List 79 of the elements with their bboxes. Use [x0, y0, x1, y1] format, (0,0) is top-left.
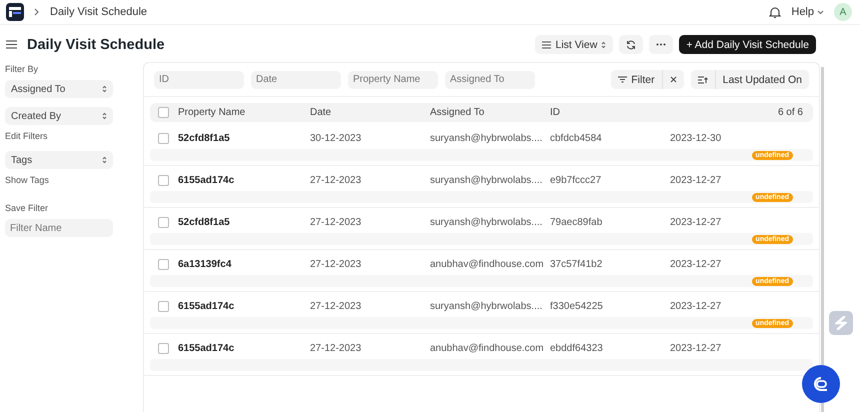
chevron-down-icon [817, 10, 824, 14]
list-icon [542, 40, 552, 48]
menu-icon[interactable] [6, 40, 17, 49]
page-title: Daily Visit Schedule [27, 36, 165, 52]
id-cell-text: e9b7fccc27 [550, 174, 602, 186]
list-view-select[interactable]: List View [535, 35, 614, 54]
show-tags-link[interactable]: Show Tags [5, 175, 135, 185]
id-cell-text: ebddf64323 [550, 342, 604, 354]
date-cell-text: 30-12-2023 [310, 132, 362, 144]
id-cell-text: cbfdcb4584 [550, 132, 603, 144]
filter-select[interactable]: Assigned To [5, 80, 113, 98]
date-cell-text: 2023-12-27 [670, 342, 722, 354]
assigned-to-cell-text: suryansh@hybrwolabs.... [430, 132, 544, 144]
id-cell-text: f330e54225 [550, 300, 604, 312]
column-header: Date [310, 107, 332, 118]
notification-bell-icon[interactable] [769, 6, 782, 18]
app-logo-icon[interactable] [6, 3, 24, 21]
dropdown-arrows-icon [102, 85, 107, 93]
date-cell-text: 27-12-2023 [310, 258, 362, 270]
chevron-icon [34, 8, 40, 16]
add-button[interactable]: + Add Daily Visit Schedule [679, 35, 816, 54]
row-checkbox[interactable] [158, 342, 169, 354]
more-options-button[interactable] [649, 35, 674, 54]
refresh-button[interactable] [619, 35, 644, 54]
column-header: Assigned To [430, 107, 486, 118]
date-cell-text: 27-12-2023 [310, 216, 362, 228]
assigned-to-cell-text: suryansh@hybrwolabs.... [430, 216, 544, 228]
id-cell-text: 79aec89fab [550, 216, 604, 228]
property-name-cell[interactable]: 52cfd8f1a5 [178, 216, 310, 228]
help-menu[interactable]: Help [791, 6, 824, 18]
breadcrumb-link[interactable]: Daily Visit Schedule [50, 6, 148, 18]
date-cell-text: 2023-12-27 [670, 174, 722, 186]
row-checkbox[interactable] [158, 132, 169, 144]
date-cell-text: 27-12-2023 [310, 300, 362, 312]
assigned-to-cell-text: suryansh@hybrwolabs.... [430, 300, 544, 312]
id-cell-text: 37c57f41b2 [550, 258, 604, 270]
row-checkbox[interactable] [158, 174, 169, 186]
dropdown-arrows-icon [601, 40, 606, 48]
assigned-to-cell-text: anubhav@findhouse.com [430, 342, 545, 354]
sort-icon [698, 76, 708, 84]
more-icon [656, 43, 666, 46]
column-header: ID [550, 107, 561, 118]
user-avatar[interactable]: A [834, 3, 852, 21]
filter-name-field[interactable]: Filter Name [5, 219, 113, 237]
save-filter-label: Save Filter [5, 203, 50, 213]
row-checkbox[interactable] [158, 216, 169, 228]
column-header: Property Name [178, 107, 246, 118]
date-cell-text: 27-12-2023 [310, 342, 362, 354]
assigned-to-cell-text: anubhav@findhouse.com [430, 258, 545, 270]
tags-select[interactable]: Tags [5, 151, 113, 169]
filter-select[interactable]: Created By [5, 107, 113, 125]
filter-field[interactable]: Date [251, 70, 341, 88]
assigned-to-cell-text: suryansh@hybrwolabs.... [430, 174, 544, 186]
property-name-cell[interactable]: 6155ad174c [178, 300, 310, 312]
bolt-icon[interactable] [829, 311, 853, 335]
chat-button[interactable] [802, 365, 840, 403]
edit-filters-link[interactable]: Edit Filters [5, 131, 135, 141]
dropdown-arrows-icon [102, 156, 107, 164]
date-cell-text: 27-12-2023 [310, 174, 362, 186]
select-all-checkbox[interactable] [158, 107, 169, 118]
filter-by-label: Filter By [5, 64, 40, 74]
filter-field[interactable]: ID [154, 70, 244, 88]
filter-field[interactable]: Assigned To [445, 70, 535, 88]
date-cell-text: 2023-12-30 [670, 132, 722, 144]
row-checkbox[interactable] [158, 258, 169, 270]
date-cell-text: 2023-12-27 [670, 216, 722, 228]
refresh-icon [626, 40, 636, 50]
property-name-cell[interactable]: 52cfd8f1a5 [178, 132, 310, 144]
property-name-cell[interactable]: 6155ad174c [178, 342, 310, 354]
dropdown-arrows-icon [102, 112, 107, 120]
close-icon [670, 76, 677, 83]
row-checkbox[interactable] [158, 300, 169, 312]
filter-icon [618, 76, 628, 83]
date-cell-text: 2023-12-27 [670, 300, 722, 312]
property-name-cell[interactable]: 6a13139fc4 [178, 258, 310, 270]
date-cell-text: 2023-12-27 [670, 258, 722, 270]
filter-field[interactable]: Property Name [348, 70, 438, 88]
record-count: 6 of 6 [778, 107, 803, 118]
property-name-cell[interactable]: 6155ad174c [178, 174, 310, 186]
